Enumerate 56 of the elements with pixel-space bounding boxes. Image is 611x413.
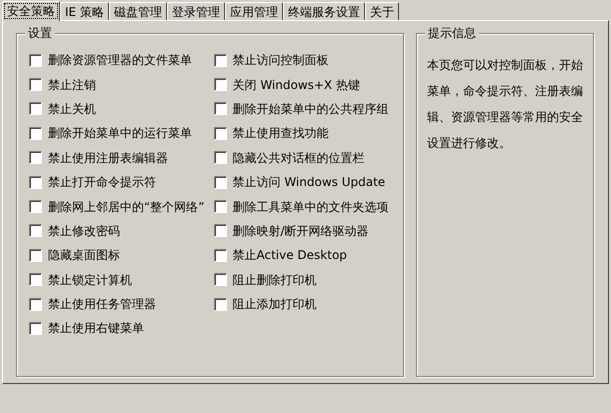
checkbox-label: 删除工具菜单中的文件夹选项 <box>232 198 388 216</box>
checkbox-label: 禁止锁定计算机 <box>48 272 132 289</box>
checkbox-label: 隐藏公共对话框的位置栏 <box>232 150 364 167</box>
checkbox-label: 禁止访问 Windows Update <box>232 174 386 192</box>
checkbox-label: 阻止删除打印机 <box>232 272 316 289</box>
checkbox-label: 禁止打开命令提示符 <box>48 174 156 192</box>
checkbox[interactable] <box>214 102 226 116</box>
checkbox-label: 禁止Active Desktop <box>232 247 347 264</box>
checkbox[interactable] <box>214 54 226 67</box>
checkbox[interactable] <box>29 54 42 67</box>
checkbox-label: 禁止使用右键菜单 <box>48 320 144 338</box>
checkbox-label: 删除网上邻居中的“整个网络” <box>48 198 204 216</box>
tab[interactable]: IE 策略 <box>60 2 109 20</box>
checkbox[interactable] <box>29 126 42 140</box>
checkbox[interactable] <box>29 102 42 116</box>
checkbox[interactable] <box>29 298 42 311</box>
group-title: 设置 <box>25 25 55 41</box>
checkbox-label: 禁止使用注册表编辑器 <box>48 150 168 167</box>
checkbox-label: 禁止访问控制面板 <box>232 52 328 70</box>
checkbox[interactable] <box>214 298 226 311</box>
checkbox[interactable] <box>214 273 226 286</box>
checkbox-label: 阻止添加打印机 <box>232 296 316 314</box>
checkbox[interactable] <box>214 200 226 214</box>
checkbox[interactable] <box>29 322 42 335</box>
checkbox[interactable] <box>29 200 42 214</box>
checkbox-label: 删除开始菜单中的公共程序组 <box>232 100 388 118</box>
checkbox-label: 禁止使用查找功能 <box>232 125 328 142</box>
checkbox-label: 删除资源管理器的文件菜单 <box>48 52 192 70</box>
tab[interactable]: 关于 <box>364 2 399 20</box>
checkbox[interactable] <box>214 126 226 140</box>
checkbox[interactable] <box>29 78 42 92</box>
checkbox[interactable] <box>214 248 226 262</box>
checkbox[interactable] <box>29 248 42 262</box>
checkbox-label: 禁止使用任务管理器 <box>48 296 156 314</box>
tab[interactable]: 磁盘管理 <box>108 2 167 20</box>
checkbox[interactable] <box>214 78 226 92</box>
info-text: 本页您可以对控制面板，开始菜单，命令提示符、注册表编辑、资源管理器等常用的安全设置进行修改。 <box>427 57 584 152</box>
checkbox[interactable] <box>29 151 42 164</box>
checkbox-label: 禁止关机 <box>48 100 96 118</box>
tab[interactable]: 应用管理 <box>224 2 283 20</box>
tab[interactable]: 登录管理 <box>166 2 225 20</box>
tab[interactable]: 安全策略 <box>2 1 60 21</box>
checkbox[interactable] <box>29 273 42 286</box>
checkbox-label: 隐藏桌面图标 <box>48 247 120 264</box>
checkbox[interactable] <box>214 151 226 164</box>
group-title: 提示信息 <box>425 25 479 41</box>
checkbox[interactable] <box>29 224 42 238</box>
checkbox-label: 删除开始菜单中的运行菜单 <box>48 125 192 142</box>
checkbox-label: 关闭 Windows+X 热键 <box>232 76 360 94</box>
checkbox[interactable] <box>214 176 226 189</box>
checkbox[interactable] <box>214 224 226 238</box>
tab[interactable]: 终端服务设置 <box>282 2 365 20</box>
checkbox-label: 删除映射/断开网络驱动器 <box>232 222 369 240</box>
checkbox[interactable] <box>29 176 42 189</box>
checkbox-label: 禁止修改密码 <box>48 222 120 240</box>
checkbox-label: 禁止注销 <box>48 76 96 94</box>
